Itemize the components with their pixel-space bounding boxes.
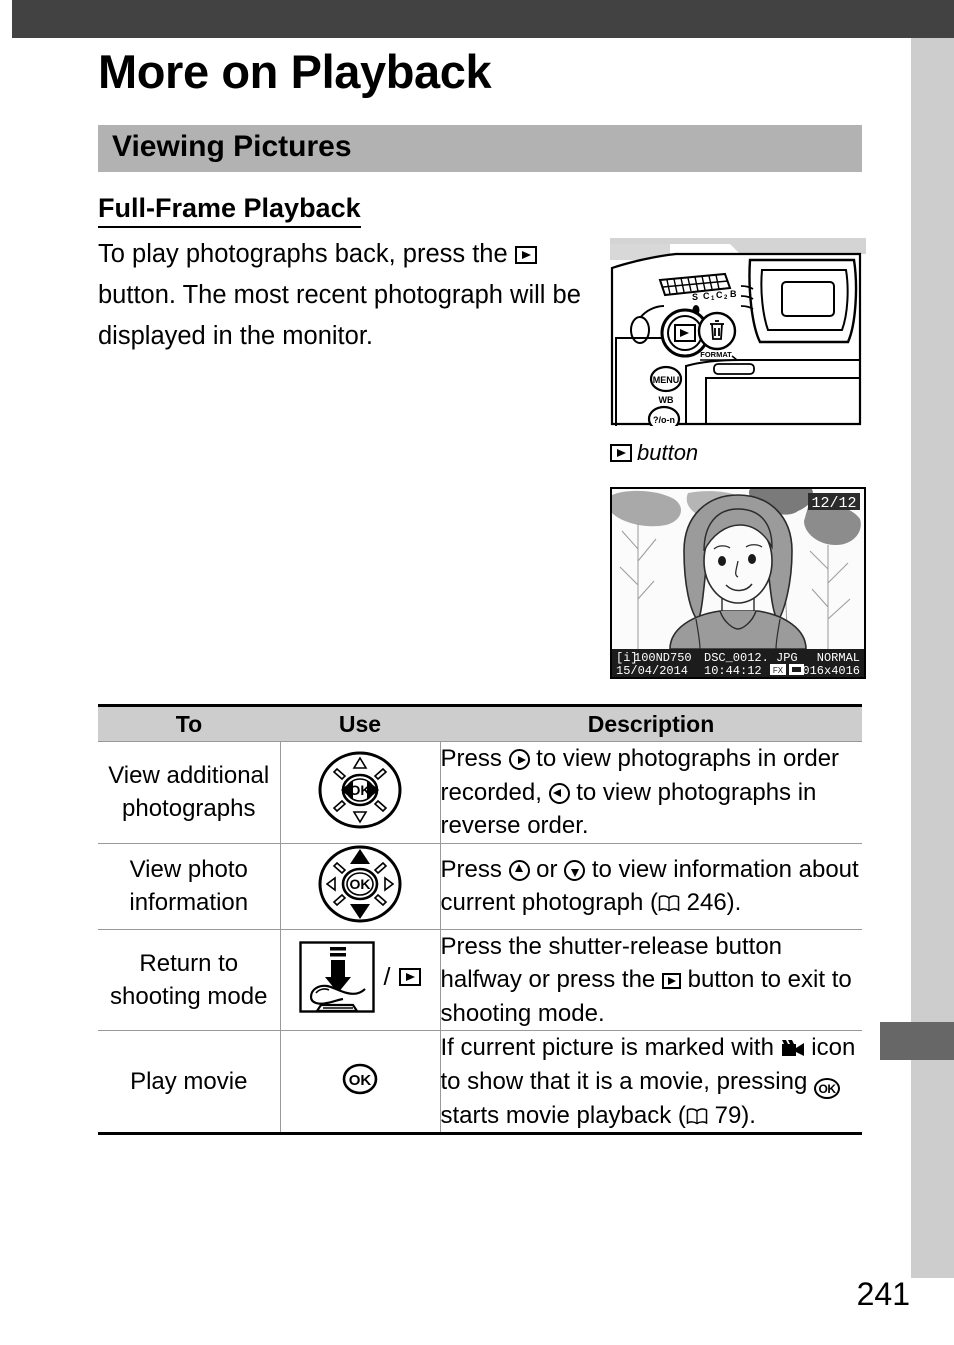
folder-name: 100ND750 [634,651,692,665]
right-margin-bar [911,38,954,1278]
playback-icon [610,444,632,462]
row-description: Press or to view information about curre… [440,842,862,930]
intro-text-part1: To play photographs back, press the [98,240,515,268]
multi-selector-up-down-icon: OK [318,845,402,922]
intro-paragraph: To play photographs back, press the butt… [98,234,590,357]
row-description: Press to view photographs in order recor… [440,741,862,844]
down-arrow-icon [564,859,586,881]
image-dimensions: 6016x4016 [795,664,860,677]
file-name: DSC_0012. JPG [704,651,798,665]
movie-icon [781,1034,805,1056]
left-arrow-icon [548,782,570,804]
page-title: More on Playback [98,45,492,98]
desc-text: Press [440,855,509,883]
playback-icon [514,246,537,264]
row-label-play-movie: Play movie [98,1030,281,1135]
table-row: View additional photographs OK Press to … [98,741,862,844]
svg-text:C: C [716,290,723,300]
capture-time: 10:44:12 [704,664,762,677]
desc-text: 79). [707,1101,756,1129]
top-header-bar [12,0,954,38]
up-arrow-icon [508,859,530,881]
row-icon-cell: OK [280,1030,441,1135]
desc-text: If current picture is marked with [440,1034,781,1061]
row-description: If current picture is marked with icon t… [440,1030,862,1135]
page-number: 241 [856,1276,910,1312]
table-row: Play movie OK If current picture is mark… [98,1030,862,1135]
image-quality: NORMAL [817,651,860,665]
svg-text:OK: OK [349,1072,372,1089]
row-icon-cell: OK [280,842,441,930]
chapter-thumb-tab [880,1022,954,1060]
section-header-bar: Viewing Pictures [98,125,862,172]
ok-button-icon: OK [342,1063,378,1095]
svg-text:S: S [692,292,698,302]
right-arrow-icon [508,749,530,770]
manual-page: More on Playback Viewing Pictures Full-F… [0,0,954,1345]
svg-text:OK: OK [350,876,371,892]
desc-text: starts movie playback ( [440,1101,686,1129]
monitor-image-svg: 12/12 [i] 100ND750 DSC_0012. JPG NORMAL … [612,489,864,677]
svg-text:WB: WB [659,395,674,405]
camera-rear-illustration: S C 1 C 2 B FORMAT MENU WB ?/o-n [610,238,866,433]
book-reference-icon [658,888,680,912]
svg-text:MENU: MENU [653,375,680,385]
capture-date: 15/04/2014 [616,664,688,677]
book-reference-icon [686,1101,708,1124]
svg-text:FORMAT: FORMAT [700,350,732,359]
section-title: Viewing Pictures [112,130,352,163]
multi-selector-left-right-icon: OK [318,751,402,829]
column-header-to: To [98,704,280,742]
row-label-return-to-shooting-mode: Return to shooting mode [98,928,281,1031]
svg-text:B: B [730,289,737,299]
column-header-use: Use [280,704,440,742]
row-label-view-additional-photographs: View additional photographs [98,741,281,844]
desc-text: Press [440,745,509,772]
figure-caption-text: button [637,440,699,465]
figure-caption: button [610,440,698,466]
row-icon-cell: / [280,928,441,1031]
subsection-title: Full-Frame Playback [98,193,361,228]
row-label-view-photo-information: View photo information [98,842,281,930]
shutter-release-halfway-icon [298,941,375,1013]
icon-separator: / [383,962,391,991]
frame-counter: 12/12 [811,495,856,512]
row-description: Press the shutter-release button halfway… [440,928,862,1031]
svg-text:?/o-n: ?/o-n [653,415,675,425]
row-icon-cell: OK [280,741,441,844]
svg-text:C: C [703,291,710,301]
table-row: View photo information OK Press or to vi… [98,842,862,930]
playback-icon [661,973,681,989]
format-badge: FX [773,666,784,675]
intro-text-part2: button. The most recent photograph will … [98,281,581,350]
table-header-row: To Use Description [98,704,862,742]
playback-icon [399,968,422,987]
column-header-description: Description [440,704,862,742]
monitor-playback-screenshot: 12/12 [i] 100ND750 DSC_0012. JPG NORMAL … [610,487,866,679]
playback-operations-table: To Use Description View additional photo… [98,704,862,1135]
desc-text: 246). [679,889,742,916]
desc-text: or [529,855,565,883]
camera-illustration-svg: S C 1 C 2 B FORMAT MENU WB ?/o-n [610,238,866,433]
table-row: Return to shooting mode / Press the shut… [98,928,862,1031]
ok-button-icon: OK [814,1077,840,1099]
